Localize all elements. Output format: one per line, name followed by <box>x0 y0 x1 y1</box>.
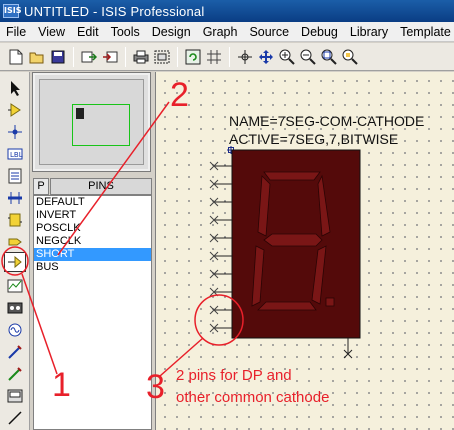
grid-icon[interactable] <box>204 47 224 67</box>
zoom-out-icon[interactable] <box>298 47 318 67</box>
overview-component-thumbnail <box>76 108 84 119</box>
menu-tools[interactable]: Tools <box>105 25 146 39</box>
toolbar-separator <box>229 46 230 67</box>
overview-window[interactable] <box>32 72 151 172</box>
menu-bar: File View Edit Tools Design Graph Source… <box>0 22 454 42</box>
virtual-instruments-icon[interactable] <box>4 386 26 406</box>
menu-file[interactable]: File <box>0 25 32 39</box>
component-icon[interactable] <box>4 100 26 120</box>
zoom-area-icon[interactable] <box>340 47 360 67</box>
svg-text:LBL: LBL <box>10 151 23 159</box>
pin-item-invert[interactable]: INVERT <box>34 209 151 222</box>
pan-icon[interactable] <box>256 47 276 67</box>
tape-recorder-icon[interactable] <box>4 298 26 318</box>
pin-type-list: DEFAULT INVERT POSCLK NEGCLK SHORT BUS <box>33 195 152 430</box>
pin-item-bus[interactable]: BUS <box>34 261 151 274</box>
junction-dot-icon[interactable] <box>4 122 26 142</box>
terminals-icon[interactable] <box>4 232 26 252</box>
export-icon[interactable] <box>100 47 120 67</box>
pick-button[interactable]: P <box>33 178 49 195</box>
buses-icon[interactable] <box>4 188 26 208</box>
main-toolbar <box>0 43 454 71</box>
title-bar: ISIS UNTITLED - ISIS Professional <box>0 0 454 22</box>
text-script-icon[interactable] <box>4 166 26 186</box>
zoom-in-icon[interactable] <box>277 47 297 67</box>
voltage-probe-icon[interactable] <box>4 342 26 362</box>
menu-source[interactable]: Source <box>243 25 295 39</box>
menu-library[interactable]: Library <box>344 25 394 39</box>
pin-item-default[interactable]: DEFAULT <box>34 196 151 209</box>
current-probe-icon[interactable] <box>4 364 26 384</box>
graph-icon[interactable] <box>4 276 26 296</box>
app-icon: ISIS <box>3 4 21 18</box>
toolbar-separator <box>125 46 126 67</box>
pin-item-posclk[interactable]: POSCLK <box>34 222 151 235</box>
device-pins-icon[interactable] <box>4 252 26 272</box>
selector-title: PINS <box>50 178 152 195</box>
toolbar-separator <box>73 46 74 67</box>
menu-design[interactable]: Design <box>146 25 197 39</box>
subcircuit-icon[interactable] <box>4 210 26 230</box>
pin-item-short[interactable]: SHORT <box>34 248 151 261</box>
save-icon[interactable] <box>48 47 68 67</box>
wire-label-icon[interactable]: LBL <box>4 144 26 164</box>
schematic-canvas[interactable] <box>155 72 454 430</box>
refresh-icon[interactable] <box>183 47 203 67</box>
generator-icon[interactable] <box>4 320 26 340</box>
menu-edit[interactable]: Edit <box>71 25 105 39</box>
menu-template[interactable]: Template <box>394 25 454 39</box>
mode-toolbar: LBL <box>0 72 30 430</box>
menu-graph[interactable]: Graph <box>197 25 244 39</box>
pin-item-negclk[interactable]: NEGCLK <box>34 235 151 248</box>
new-file-icon[interactable] <box>6 47 26 67</box>
print-icon[interactable] <box>131 47 151 67</box>
toolbar-separator <box>177 46 178 67</box>
window-title: UNTITLED - ISIS Professional <box>24 3 205 19</box>
menu-view[interactable]: View <box>32 25 71 39</box>
selection-icon[interactable] <box>4 78 26 98</box>
origin-icon[interactable] <box>235 47 255 67</box>
open-file-icon[interactable] <box>27 47 47 67</box>
object-selector-header: P PINS <box>33 178 152 195</box>
print-area-icon[interactable] <box>152 47 172 67</box>
import-icon[interactable] <box>79 47 99 67</box>
line-icon[interactable] <box>4 408 26 428</box>
zoom-all-icon[interactable] <box>319 47 339 67</box>
overview-sheet <box>39 79 144 165</box>
menu-debug[interactable]: Debug <box>295 25 344 39</box>
